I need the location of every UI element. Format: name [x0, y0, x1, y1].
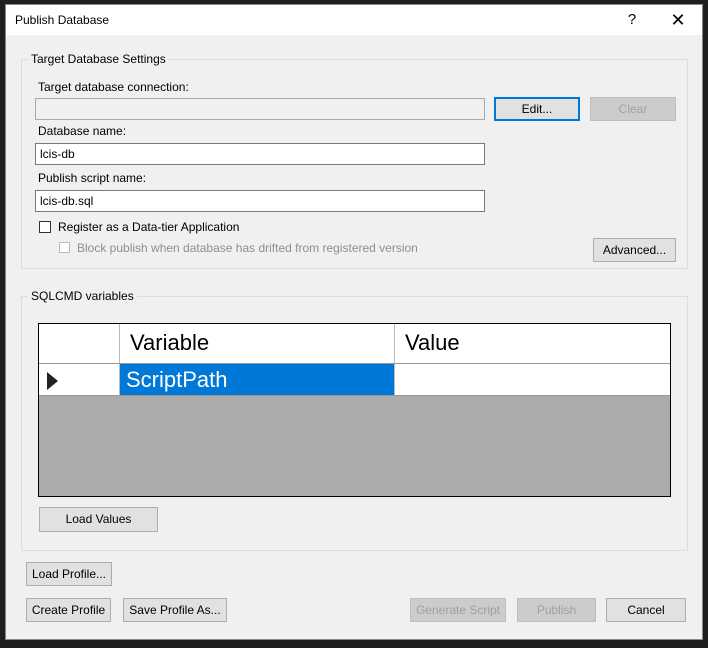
edit-button[interactable]: Edit... — [494, 97, 580, 121]
value-cell[interactable] — [395, 364, 670, 395]
register-data-tier-label: Register as a Data-tier Application — [58, 220, 240, 234]
sqlcmd-variables-grid[interactable]: Variable Value ScriptPath — [38, 323, 671, 497]
block-publish-checkbox[interactable] — [59, 242, 70, 253]
grid-corner-cell — [39, 324, 120, 363]
save-profile-as-button[interactable]: Save Profile As... — [123, 598, 227, 622]
variable-cell[interactable]: ScriptPath — [120, 364, 395, 395]
close-icon[interactable]: ✕ — [664, 9, 692, 31]
load-values-button[interactable]: Load Values — [39, 507, 158, 532]
publish-script-name-input[interactable]: lcis-db.sql — [35, 190, 485, 212]
cancel-button[interactable]: Cancel — [606, 598, 686, 622]
window-title: Publish Database — [15, 13, 110, 27]
advanced-button[interactable]: Advanced... — [593, 238, 676, 262]
clear-button[interactable]: Clear — [590, 97, 676, 121]
block-publish-label: Block publish when database has drifted … — [77, 241, 418, 255]
title-bar: Publish Database ? ✕ — [6, 5, 702, 35]
grid-header-row: Variable Value — [39, 324, 670, 364]
load-profile-button[interactable]: Load Profile... — [26, 562, 112, 586]
table-row[interactable]: ScriptPath — [39, 364, 670, 396]
current-row-arrow-icon — [47, 372, 58, 390]
publish-script-name-label: Publish script name: — [38, 171, 147, 185]
sqlcmd-variables-group-label: SQLCMD variables — [28, 289, 137, 303]
connection-label: Target database connection: — [38, 80, 189, 94]
target-settings-group-label: Target Database Settings — [28, 52, 169, 66]
publish-database-dialog: Publish Database ? ✕ Target Database Set… — [5, 4, 703, 640]
database-name-input[interactable]: lcis-db — [35, 143, 485, 165]
help-icon[interactable]: ? — [618, 9, 646, 31]
database-name-label: Database name: — [38, 124, 127, 138]
publish-button[interactable]: Publish — [517, 598, 596, 622]
value-column-header[interactable]: Value — [395, 324, 670, 363]
generate-script-button[interactable]: Generate Script — [410, 598, 506, 622]
row-selector-cell[interactable] — [39, 364, 120, 395]
create-profile-button[interactable]: Create Profile — [26, 598, 111, 622]
connection-field[interactable] — [35, 98, 485, 120]
variable-column-header[interactable]: Variable — [120, 324, 395, 363]
register-data-tier-checkbox[interactable] — [39, 221, 51, 233]
